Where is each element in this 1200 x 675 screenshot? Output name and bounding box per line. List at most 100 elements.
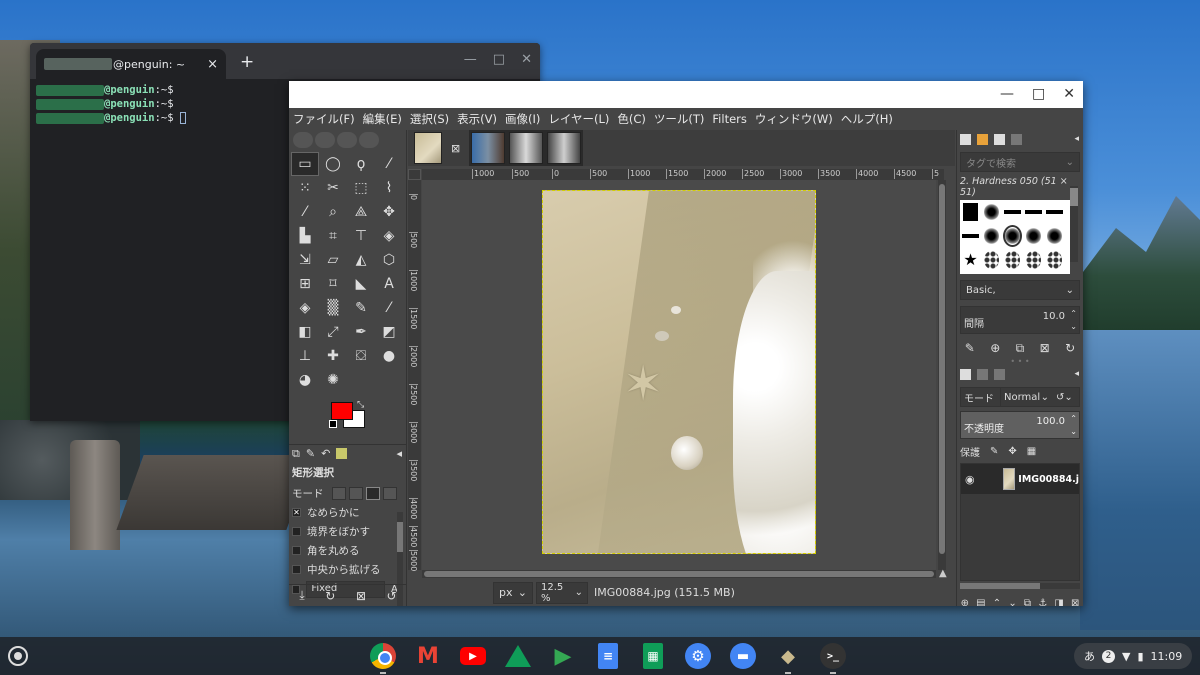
free-select-tool-icon[interactable]: ϙ (347, 152, 375, 176)
feather-checkbox[interactable] (292, 527, 301, 536)
brush-item[interactable] (962, 234, 979, 238)
raise-layer-icon[interactable]: ⌃ (993, 598, 1001, 607)
tool-options-tab-icon[interactable]: ⧉ (292, 447, 300, 461)
status-tray[interactable]: あ 2 ▼ ▮ 11:09 (1074, 643, 1192, 669)
menu-tools[interactable]: ツール(T) (654, 111, 705, 127)
layer-row[interactable]: ◉ IMG00884.j (961, 464, 1079, 494)
vertical-scrollbar[interactable] (938, 180, 946, 570)
image-tab-close-icon[interactable]: ⊠ (451, 142, 460, 155)
handle-transform-tool-icon[interactable]: ⌑ (319, 272, 347, 296)
launcher-button[interactable] (8, 646, 28, 666)
rect-select-tool-icon[interactable]: ▭ (291, 152, 319, 176)
layer-mode-select[interactable]: Normal ⌄ (1000, 388, 1052, 406)
quick-mask-toggle[interactable] (408, 169, 421, 180)
expand-center-option[interactable]: 中央から拡げる (292, 560, 403, 579)
select-by-color-tool-icon[interactable]: ⁙ (291, 176, 319, 200)
default-colors-icon[interactable] (329, 420, 337, 428)
mask-layer-icon[interactable]: ◨ (1054, 598, 1063, 607)
zoom-tool-icon[interactable]: ⌕ (319, 200, 347, 224)
close-button[interactable]: ✕ (1063, 86, 1075, 102)
layers-tab-icon[interactable] (960, 368, 971, 380)
maximize-button[interactable]: □ (1032, 86, 1045, 102)
gimp-window[interactable]: — □ ✕ ファイル(F) 編集(E) 選択(S) 表示(V) 画像(I) レイ… (289, 81, 1083, 606)
antialias-checkbox[interactable]: ✕ (292, 508, 301, 517)
new-brush-icon[interactable]: ⊕ (990, 341, 1000, 355)
menu-windows[interactable]: ウィンドウ(W) (755, 111, 833, 127)
mode-intersect-button[interactable] (382, 487, 397, 500)
save-options-icon[interactable]: ⤓ (299, 588, 304, 603)
airbrush-tool-icon[interactable]: ⤢ (319, 320, 347, 344)
layer-hscrollbar[interactable] (960, 583, 1080, 589)
new-tab-button[interactable]: + (240, 52, 254, 72)
horizontal-scrollbar[interactable] (422, 570, 936, 578)
rounded-checkbox[interactable] (292, 546, 301, 555)
brush-item[interactable] (1026, 227, 1041, 245)
zoom-select[interactable]: 12.5 % ⌄ (536, 581, 588, 604)
lock-pixels-icon[interactable]: ✎ (990, 446, 998, 457)
brush-item[interactable] (963, 203, 978, 221)
wilber-drop-zone[interactable] (289, 130, 406, 150)
minimize-button[interactable]: — (464, 52, 477, 67)
drive-app-icon[interactable] (503, 641, 533, 671)
configure-tab-icon[interactable]: ◂ (396, 447, 402, 460)
warp-tool-icon[interactable]: ⊞ (291, 272, 319, 296)
brush-grid[interactable]: ★ (960, 200, 1070, 274)
antialias-option[interactable]: ✕ なめらかに (292, 503, 403, 522)
reset-options-icon[interactable]: ↺ (387, 589, 397, 603)
menu-help[interactable]: ヘルプ(H) (841, 111, 893, 127)
device-status-tab-icon[interactable]: ✎ (306, 447, 315, 460)
navigate-icon[interactable]: ▲ (939, 568, 947, 579)
vertical-ruler[interactable]: 0 500 1000 1500 2000 2500 3000 3500 4000… (408, 180, 421, 571)
clone-tool-icon[interactable]: ⊥ (291, 344, 319, 368)
brush-item[interactable] (1047, 251, 1062, 269)
menu-file[interactable]: ファイル(F) (293, 111, 355, 127)
close-button[interactable]: ✕ (521, 52, 532, 67)
paintbrush-tool-icon[interactable]: ⁄ (375, 296, 403, 320)
opacity-slider[interactable]: 不透明度 100.0 ⌃ ⌄ (960, 411, 1080, 439)
anchor-layer-icon[interactable]: ⚓ (1038, 598, 1047, 607)
images-tab-icon[interactable] (336, 448, 348, 459)
undo-history-tab-icon[interactable]: ↶ (321, 447, 330, 460)
lock-alpha-icon[interactable]: ▦ (1027, 446, 1036, 457)
menu-image[interactable]: 画像(I) (505, 111, 540, 127)
maximize-button[interactable]: □ (493, 52, 505, 67)
edit-brush-icon[interactable]: ✎ (965, 341, 975, 355)
spacing-slider[interactable]: 間隔 10.0 ⌃ ⌄ (960, 306, 1080, 334)
brush-item[interactable] (1004, 210, 1021, 214)
image-canvas[interactable]: ✶ (422, 180, 936, 570)
composite-mode-icon[interactable]: ↺⌄ (1056, 392, 1073, 403)
patterns-tab-icon[interactable] (977, 133, 988, 145)
ink-tool-icon[interactable]: ✒ (347, 320, 375, 344)
configure-tab-icon[interactable]: ◂ (1074, 134, 1079, 144)
image-tab-thumbnail[interactable] (471, 132, 506, 164)
pencil-tool-icon[interactable]: ✎ (347, 296, 375, 320)
lock-position-icon[interactable]: ✥ (1008, 446, 1016, 457)
gimp-titlebar[interactable]: — □ ✕ (289, 81, 1083, 108)
menu-edit[interactable]: 編集(E) (363, 111, 402, 127)
tag-filter-input[interactable]: タグで検索 ⌄ (960, 152, 1080, 172)
fuzzy-select-tool-icon[interactable]: ⁄ (375, 152, 403, 176)
rotate-tool-icon[interactable]: ◈ (375, 224, 403, 248)
seamless-clone-tool-icon[interactable]: ◣ (347, 272, 375, 296)
new-group-icon[interactable]: ▤ (976, 598, 985, 607)
brush-item[interactable] (1003, 225, 1022, 247)
brush-item[interactable] (1025, 210, 1042, 214)
delete-options-icon[interactable]: ⊠ (356, 589, 366, 603)
fonts-tab-icon[interactable] (994, 133, 1005, 145)
minimize-button[interactable]: — (1000, 86, 1014, 102)
youtube-app-icon[interactable]: ▶ (458, 641, 488, 671)
swap-colors-icon[interactable]: ⤡ (357, 400, 364, 410)
ime-indicator[interactable]: あ (1084, 648, 1095, 664)
opacity-spinner-icon[interactable]: ⌃ ⌄ (1070, 412, 1077, 438)
play-store-app-icon[interactable]: ▶ (548, 641, 578, 671)
brush-item[interactable] (1026, 251, 1041, 269)
notification-badge[interactable]: 2 (1102, 649, 1115, 663)
brush-item[interactable] (984, 227, 999, 245)
mode-replace-button[interactable] (331, 487, 346, 500)
measure-tool-icon[interactable]: ⟁ (347, 200, 375, 224)
image-tab-thumbnail[interactable] (509, 132, 544, 164)
beach-photo[interactable]: ✶ (542, 190, 816, 554)
settings-app-icon[interactable]: ⚙ (683, 641, 713, 671)
scale-tool-icon[interactable]: ⇲ (291, 248, 319, 272)
brush-item[interactable] (984, 203, 999, 221)
